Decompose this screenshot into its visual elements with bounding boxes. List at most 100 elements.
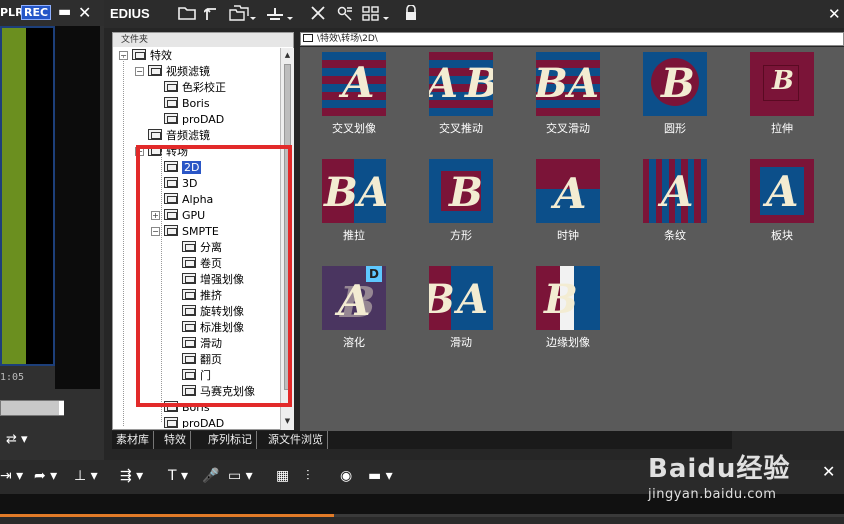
tree-guide-line xyxy=(123,56,124,426)
transition-item[interactable]: B 方形 xyxy=(411,159,511,259)
recorder-screen[interactable] xyxy=(55,26,100,389)
close-icon[interactable]: ✕ xyxy=(822,462,835,481)
transition-item[interactable]: B 拉伸 xyxy=(732,52,832,152)
folder-icon xyxy=(132,49,146,60)
marker-icon[interactable]: ⊥ ▾ xyxy=(74,468,98,484)
transition-thumbnail[interactable]: B xyxy=(750,52,814,116)
transfer-tool-icon[interactable]: ⇄ ▾ xyxy=(6,432,28,447)
tree-item-label: 音频滤镜 xyxy=(166,129,210,142)
tab-effects[interactable]: 特效 xyxy=(160,431,191,449)
ripple-icon[interactable]: ➦ ▾ xyxy=(34,468,57,484)
tree-item[interactable]: 色彩校正 xyxy=(151,80,226,96)
transition-item[interactable]: A 时钟 xyxy=(518,159,618,259)
watermark-logo: Baidu经验 xyxy=(648,454,791,484)
tree-item-label: proDAD xyxy=(182,113,225,126)
thumbnail-letter: A xyxy=(429,60,459,107)
transition-thumbnail[interactable]: A xyxy=(750,159,814,223)
transition-thumbnail[interactable]: B xyxy=(429,159,493,223)
thumbnail-letter: A xyxy=(661,167,694,216)
thumbnail-letter: B xyxy=(772,66,794,96)
transition-item[interactable]: B 边缘划像 xyxy=(518,266,618,366)
player-screen[interactable] xyxy=(0,26,55,366)
transition-thumbnail[interactable]: B xyxy=(643,52,707,116)
scroll-down-arrow-icon[interactable]: ▼ xyxy=(282,416,293,427)
minimize-icon[interactable]: ▬ xyxy=(58,4,71,20)
render-icon[interactable]: ▬ ▾ xyxy=(368,468,393,484)
palette-tabs: 素材库 特效 序列标记 源文件浏览 xyxy=(112,431,732,449)
preview-panel: PLR REC ▬ ✕ 1:05 ⇄ ▾ xyxy=(0,0,104,460)
annotation-highlight-box xyxy=(136,145,292,407)
close-icon[interactable]: ✕ xyxy=(78,3,91,22)
rec-button[interactable]: REC xyxy=(21,5,52,20)
player-video-frame xyxy=(2,28,26,364)
transition-thumbnail[interactable]: B xyxy=(536,266,600,330)
transition-thumbnail[interactable]: A xyxy=(322,52,386,116)
tab-sequence-markers[interactable]: 序列标记 xyxy=(204,431,257,449)
slider-handle[interactable] xyxy=(59,401,64,415)
tree-item[interactable]: Boris xyxy=(151,96,210,112)
view-icon[interactable] xyxy=(362,5,392,23)
tab-source-browser[interactable]: 源文件浏览 xyxy=(264,431,328,449)
thumbnail-letter: B xyxy=(544,276,578,323)
transition-item[interactable]: B A 推拉 xyxy=(304,159,404,259)
mixer-icon[interactable]: ⇶ ▾ xyxy=(120,468,143,484)
transition-label: 条纹 xyxy=(664,229,686,242)
thumbnail-letter: A xyxy=(358,169,386,216)
scroll-up-arrow-icon[interactable]: ▲ xyxy=(282,50,293,61)
delete-icon[interactable] xyxy=(310,5,326,21)
app-title: EDIUS xyxy=(110,6,150,21)
track-tool-icon[interactable]: ⇥ ▾ xyxy=(0,468,23,484)
tree-item[interactable]: proDAD xyxy=(151,112,224,128)
title-icon[interactable]: T ▾ xyxy=(168,468,188,484)
folder-icon xyxy=(164,81,178,92)
folder-icon xyxy=(164,417,178,428)
timeline-toolbar: ⇥ ▾ ➦ ▾ ⊥ ▾ ⇶ ▾ T ▾ 🎤 ▭ ▾ ▦ ⫶ ◉ ▬ ▾ xyxy=(0,466,420,490)
current-path: \特效\转场\2D\ xyxy=(317,34,378,44)
collapse-icon[interactable]: − xyxy=(135,67,144,76)
default-badge: D xyxy=(366,266,382,282)
layer-icon[interactable] xyxy=(264,5,294,23)
transition-label: 溶化 xyxy=(343,336,365,349)
audio-mixer-icon[interactable]: ⫶ xyxy=(306,468,310,484)
tree-item[interactable]: 音频滤镜 xyxy=(135,128,210,144)
grid-icon[interactable]: ▦ xyxy=(276,468,289,484)
lock-icon[interactable] xyxy=(404,5,418,21)
transition-item[interactable]: A 板块 xyxy=(732,159,832,259)
transition-item[interactable]: B 圆形 xyxy=(625,52,725,152)
tree-item[interactable]: − 特效 xyxy=(119,48,172,64)
transition-thumbnail[interactable]: BAD xyxy=(322,266,386,330)
transition-item[interactable]: A 交叉划像 xyxy=(304,52,404,152)
mic-icon[interactable]: 🎤 xyxy=(202,468,219,484)
transition-item[interactable]: AB 交叉推动 xyxy=(411,52,511,152)
thumbnail-letter: A xyxy=(568,60,600,107)
playback-slider[interactable] xyxy=(0,400,64,416)
color-icon[interactable]: ◉ xyxy=(340,468,352,484)
copy-folder-icon[interactable] xyxy=(228,5,256,23)
thumbnail-letter: A xyxy=(766,167,799,216)
plr-label[interactable]: PLR xyxy=(0,6,24,19)
transition-item[interactable]: A 条纹 xyxy=(625,159,725,259)
properties-icon[interactable] xyxy=(336,5,354,21)
transition-thumbnail[interactable]: BA xyxy=(322,159,386,223)
transition-thumbnail[interactable]: A xyxy=(536,159,600,223)
timecode: 1:05 xyxy=(0,372,25,383)
transition-thumbnail[interactable]: BA xyxy=(536,52,600,116)
tree-item-label: 视频滤镜 xyxy=(166,65,210,78)
thumbnail-stripe xyxy=(429,108,493,116)
transition-item[interactable]: B A 交叉滑动 xyxy=(518,52,618,152)
folder-icon xyxy=(148,129,162,140)
transition-thumbnail[interactable]: AB xyxy=(429,52,493,116)
up-folder-icon[interactable] xyxy=(204,5,218,21)
folder-icon[interactable] xyxy=(178,5,196,21)
export-icon[interactable]: ▭ ▾ xyxy=(228,468,253,484)
transition-item[interactable]: BA 滑动 xyxy=(411,266,511,366)
transition-thumbnail[interactable]: A xyxy=(643,159,707,223)
tree-item[interactable]: − 视频滤镜 xyxy=(135,64,210,80)
transition-thumbnail[interactable]: BA xyxy=(429,266,493,330)
tab-bin[interactable]: 素材库 xyxy=(112,431,154,449)
transition-item[interactable]: B A D 溶化 xyxy=(304,266,404,366)
transition-label: 交叉滑动 xyxy=(546,122,590,135)
transition-label: 推拉 xyxy=(343,229,365,242)
close-icon[interactable]: ✕ xyxy=(828,5,841,23)
thumbnail-letter: B xyxy=(661,60,695,107)
